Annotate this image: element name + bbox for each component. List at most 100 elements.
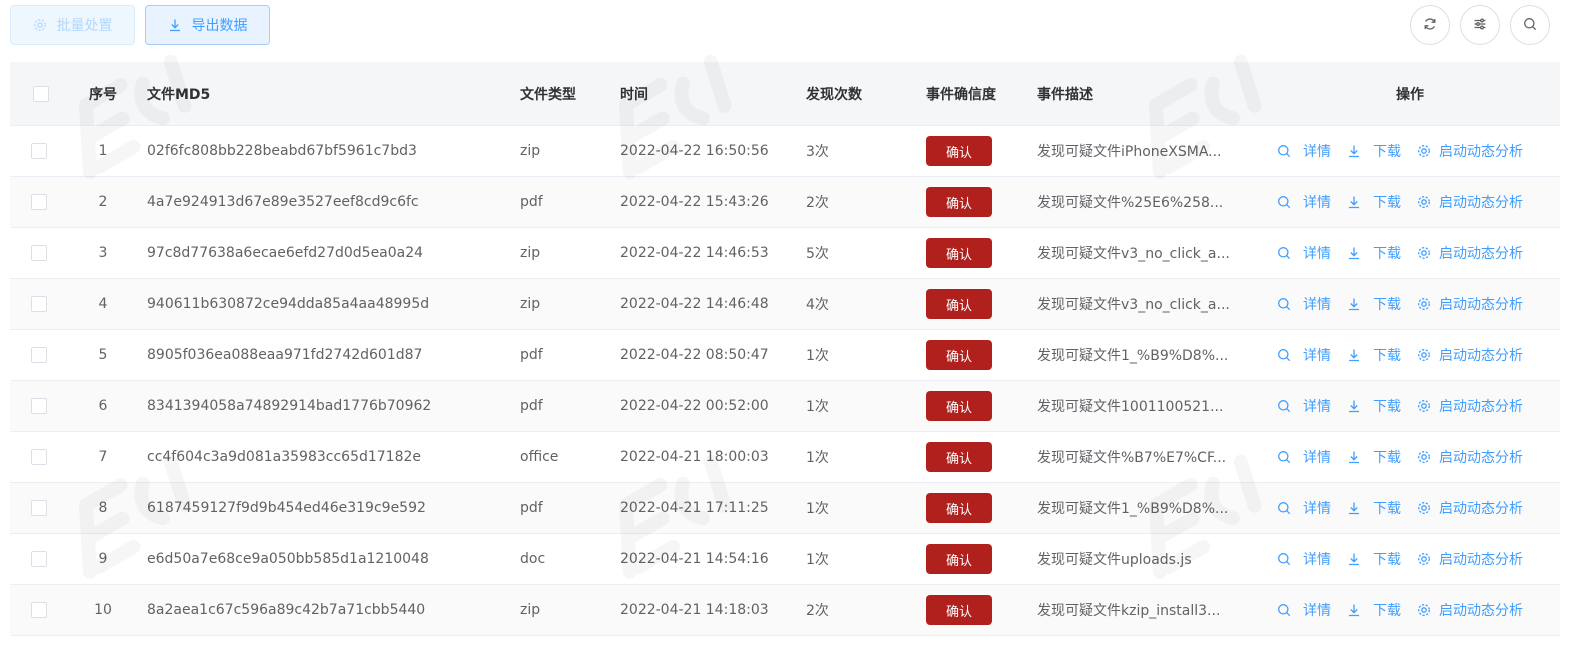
- row-file-type: pdf: [520, 398, 543, 414]
- row-description: 发现可疑文件%25E6%258...: [1037, 195, 1224, 211]
- toolbar: 批量处置 导出数据: [10, 5, 1568, 47]
- start-dynamic-analysis-link[interactable]: 启动动态分析: [1417, 447, 1523, 467]
- analyze-label: 启动动态分析: [1439, 144, 1523, 160]
- row-md5: 8905f036ea088eaa971fd2742d601d87: [147, 347, 423, 363]
- analyze-label: 启动动态分析: [1439, 246, 1523, 262]
- column-settings-button[interactable]: [1460, 5, 1500, 45]
- download-link[interactable]: 下载: [1347, 345, 1401, 365]
- detail-link[interactable]: 详情: [1277, 294, 1331, 314]
- detail-link[interactable]: 详情: [1277, 549, 1331, 569]
- download-link[interactable]: 下载: [1347, 600, 1401, 620]
- detail-link[interactable]: 详情: [1277, 498, 1331, 518]
- confidence-badge: 确认: [926, 442, 992, 472]
- detail-link[interactable]: 详情: [1277, 141, 1331, 161]
- download-link[interactable]: 下载: [1347, 243, 1401, 263]
- search-icon: [1277, 348, 1291, 362]
- detail-label: 详情: [1303, 348, 1331, 364]
- confidence-badge: 确认: [926, 289, 992, 319]
- row-md5: 97c8d77638a6ecae6efd27d0d5ea0a24: [147, 245, 424, 261]
- row-checkbox[interactable]: [31, 602, 47, 618]
- download-link[interactable]: 下载: [1347, 141, 1401, 161]
- row-checkbox[interactable]: [31, 296, 47, 312]
- row-checkbox[interactable]: [31, 143, 47, 159]
- row-index: 1: [98, 143, 108, 159]
- row-actions: 详情 下载 启动动态分析: [1277, 177, 1560, 227]
- search-button[interactable]: [1510, 5, 1550, 45]
- start-dynamic-analysis-link[interactable]: 启动动态分析: [1417, 141, 1523, 161]
- row-count: 4次: [806, 297, 829, 313]
- row-checkbox-cell: [10, 330, 68, 380]
- detail-label: 详情: [1303, 552, 1331, 568]
- start-dynamic-analysis-link[interactable]: 启动动态分析: [1417, 600, 1523, 620]
- row-checkbox[interactable]: [31, 500, 47, 516]
- detail-link[interactable]: 详情: [1277, 396, 1331, 416]
- export-data-button[interactable]: 导出数据: [145, 5, 270, 45]
- start-dynamic-analysis-link[interactable]: 启动动态分析: [1417, 192, 1523, 212]
- detail-link[interactable]: 详情: [1277, 192, 1331, 212]
- batch-dispose-button[interactable]: 批量处置: [10, 5, 135, 45]
- select-all-checkbox[interactable]: [33, 85, 49, 102]
- row-time: 2022-04-22 08:50:47: [620, 347, 769, 363]
- row-count: 3次: [806, 144, 829, 160]
- table-row: 1 02f6fc808bb228beabd67bf5961c7bd3 zip 2…: [10, 126, 1560, 177]
- detail-link[interactable]: 详情: [1277, 447, 1331, 467]
- detail-link[interactable]: 详情: [1277, 243, 1331, 263]
- download-link[interactable]: 下载: [1347, 549, 1401, 569]
- download-icon: [1347, 144, 1361, 158]
- row-time: 2022-04-22 15:43:26: [620, 194, 769, 210]
- header-checkbox-cell: [10, 62, 72, 125]
- row-file-type: pdf: [520, 500, 543, 516]
- row-description: 发现可疑文件uploads.js: [1037, 552, 1192, 568]
- detail-link[interactable]: 详情: [1277, 600, 1331, 620]
- row-time: 2022-04-22 16:50:56: [620, 143, 769, 159]
- row-checkbox[interactable]: [31, 347, 47, 363]
- row-description: 发现可疑文件%B7%E7%CF...: [1037, 450, 1227, 466]
- analyze-label: 启动动态分析: [1439, 501, 1523, 517]
- refresh-button[interactable]: [1410, 5, 1450, 45]
- col-time-header: 时间: [620, 86, 648, 103]
- start-dynamic-analysis-link[interactable]: 启动动态分析: [1417, 345, 1523, 365]
- col-type-header: 文件类型: [520, 86, 576, 103]
- row-checkbox-cell: [10, 432, 68, 482]
- row-checkbox[interactable]: [31, 449, 47, 465]
- search-icon: [1277, 552, 1291, 566]
- detail-link[interactable]: 详情: [1277, 345, 1331, 365]
- gear-icon: [1417, 552, 1431, 566]
- col-desc-header: 事件描述: [1037, 86, 1093, 103]
- confidence-badge: 确认: [926, 340, 992, 370]
- download-label: 下载: [1373, 297, 1401, 313]
- download-link[interactable]: 下载: [1347, 447, 1401, 467]
- detail-label: 详情: [1303, 450, 1331, 466]
- row-actions: 详情 下载 启动动态分析: [1277, 585, 1560, 635]
- download-icon: [1347, 399, 1361, 413]
- download-link[interactable]: 下载: [1347, 498, 1401, 518]
- gear-icon: [1417, 501, 1431, 515]
- batch-dispose-label: 批量处置: [56, 18, 113, 34]
- row-md5: 4a7e924913d67e89e3527eef8cd9c6fc: [147, 194, 419, 210]
- row-index: 4: [98, 296, 108, 312]
- row-checkbox[interactable]: [31, 245, 47, 261]
- start-dynamic-analysis-link[interactable]: 启动动态分析: [1417, 498, 1523, 518]
- table-header: 序号 文件MD5 文件类型 时间 发现次数 事件确信度 事件描述 操作: [10, 62, 1560, 126]
- row-actions: 详情 下载 启动动态分析: [1277, 381, 1560, 431]
- row-confidence-cell: 确认: [926, 534, 1026, 584]
- start-dynamic-analysis-link[interactable]: 启动动态分析: [1417, 396, 1523, 416]
- download-link[interactable]: 下载: [1347, 396, 1401, 416]
- start-dynamic-analysis-link[interactable]: 启动动态分析: [1417, 243, 1523, 263]
- gear-icon: [1417, 144, 1431, 158]
- row-md5: 8a2aea1c67c596a89c42b7a71cbb5440: [147, 602, 426, 618]
- row-index: 8: [98, 500, 108, 516]
- row-actions: 详情 下载 启动动态分析: [1277, 483, 1560, 533]
- row-checkbox[interactable]: [31, 194, 47, 210]
- download-label: 下载: [1373, 603, 1401, 619]
- start-dynamic-analysis-link[interactable]: 启动动态分析: [1417, 549, 1523, 569]
- col-ops-header: 操作: [1396, 86, 1424, 103]
- row-checkbox[interactable]: [31, 398, 47, 414]
- download-link[interactable]: 下载: [1347, 192, 1401, 212]
- confidence-badge: 确认: [926, 595, 992, 625]
- row-actions: 详情 下载 启动动态分析: [1277, 126, 1560, 176]
- download-link[interactable]: 下载: [1347, 294, 1401, 314]
- row-checkbox[interactable]: [31, 551, 47, 567]
- start-dynamic-analysis-link[interactable]: 启动动态分析: [1417, 294, 1523, 314]
- search-icon: [1277, 399, 1291, 413]
